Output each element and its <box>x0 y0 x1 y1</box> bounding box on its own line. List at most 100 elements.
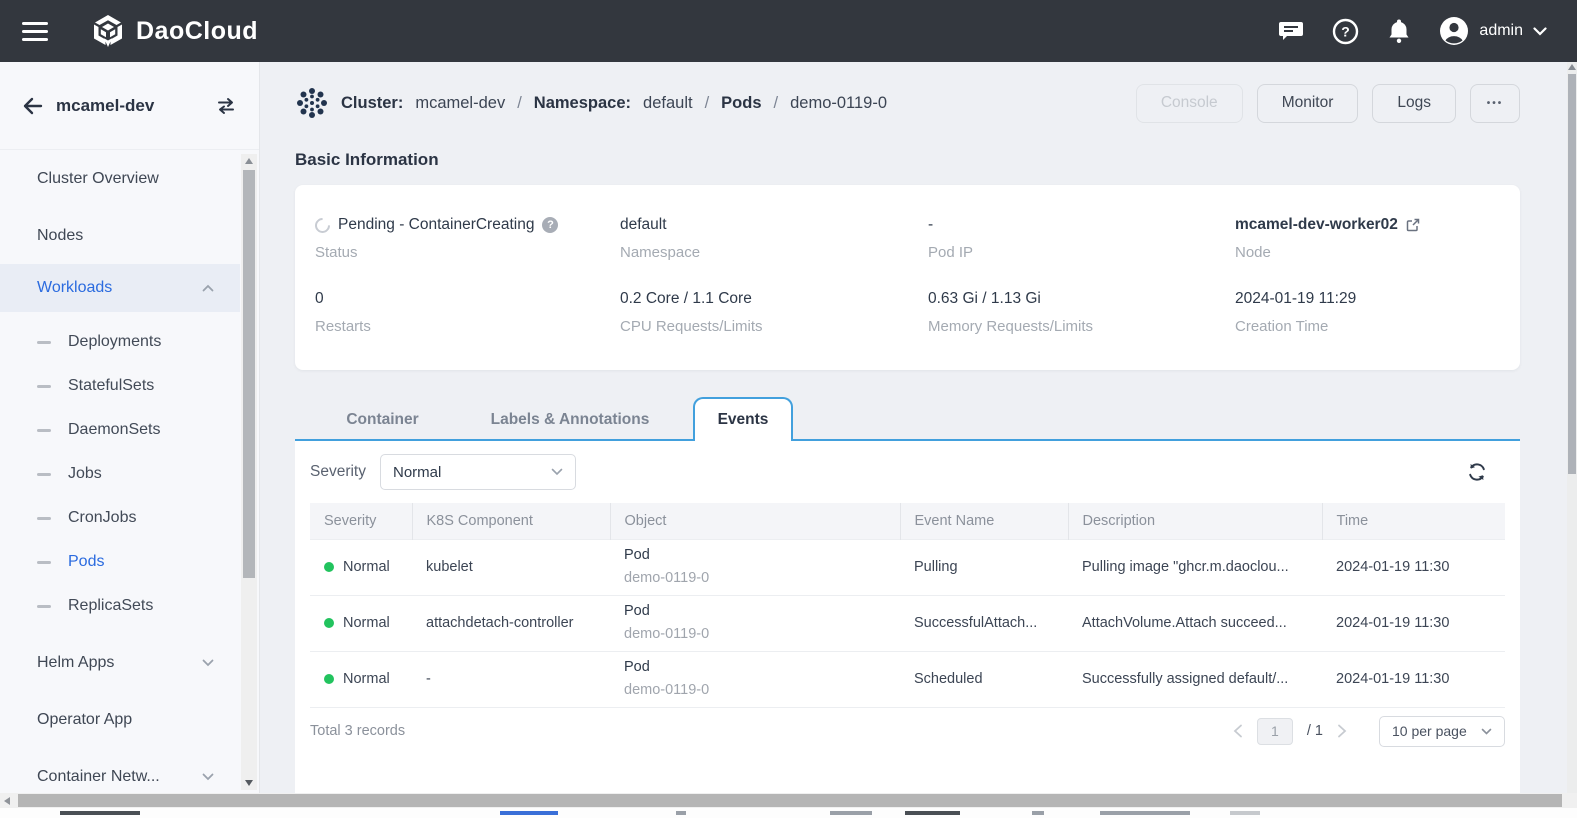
per-page-select[interactable]: 10 per page <box>1379 716 1505 747</box>
scroll-up-icon[interactable] <box>245 158 253 164</box>
field-status: Pending - ContainerCreating ? Status <box>315 215 620 261</box>
sidebar-item-replicasets[interactable]: ReplicaSets <box>0 584 240 628</box>
severity-normal-dot <box>324 618 334 628</box>
sidebar-item-helm-apps[interactable]: Helm Apps <box>0 634 240 691</box>
object-name: demo-0119-0 <box>624 679 886 702</box>
pod-icon <box>295 86 329 120</box>
monitor-button[interactable]: Monitor <box>1257 84 1359 123</box>
avatar-icon <box>1439 16 1469 46</box>
tab-events[interactable]: Events <box>693 397 793 441</box>
field-memory: 0.63 Gi / 1.13 Gi Memory Requests/Limits <box>928 289 1235 335</box>
message-icon[interactable] <box>1277 17 1305 45</box>
severity-filter-label: Severity <box>310 463 366 481</box>
sidebar-item-label: Workloads <box>37 279 112 297</box>
page-input[interactable] <box>1257 718 1293 745</box>
field-pod-ip: - Pod IP <box>928 215 1235 261</box>
sidebar-item-cronjobs[interactable]: CronJobs <box>0 496 240 540</box>
sidebar-item-label: Operator App <box>37 711 132 729</box>
svg-text:?: ? <box>1341 23 1350 39</box>
scroll-down-icon[interactable] <box>245 780 253 786</box>
col-time: Time <box>1322 503 1505 539</box>
brand-logo[interactable]: DaoCloud <box>90 13 258 49</box>
back-arrow-icon[interactable] <box>22 96 44 116</box>
severity-value: Normal <box>343 671 390 687</box>
field-label: Node <box>1235 244 1520 261</box>
breadcrumb-namespace-label: Namespace: <box>534 94 631 113</box>
page-header: Cluster: mcamel-dev / Namespace: default… <box>295 75 1520 131</box>
field-node: mcamel-dev-worker02 Node <box>1235 215 1520 261</box>
sidebar-item-operator-app[interactable]: Operator App <box>0 691 240 748</box>
sidebar-item-cluster-overview[interactable]: Cluster Overview <box>0 150 240 207</box>
severity-select[interactable]: Normal <box>380 454 576 490</box>
scroll-up-icon[interactable] <box>1568 64 1576 70</box>
breadcrumb-pods[interactable]: Pods <box>721 94 761 113</box>
dash-icon <box>37 517 51 520</box>
pagination: / 1 10 per page <box>1233 716 1505 747</box>
sidebar-item-pods[interactable]: Pods <box>0 540 240 584</box>
scroll-left-icon[interactable] <box>4 797 10 805</box>
event-name-value: Scheduled <box>900 651 1068 707</box>
sidebar-item-label: DaemonSets <box>68 421 161 439</box>
user-menu[interactable]: admin <box>1439 16 1547 46</box>
breadcrumb-namespace-value[interactable]: default <box>643 94 693 113</box>
dash-icon <box>37 473 51 476</box>
event-name-value: Pulling <box>900 539 1068 595</box>
workloads-submenu: Deployments StatefulSets DaemonSets Jobs… <box>0 320 240 628</box>
cluster-name: mcamel-dev <box>56 96 215 116</box>
sidebar-item-label: Deployments <box>68 333 161 351</box>
refresh-icon[interactable] <box>1466 461 1488 483</box>
breadcrumb-cluster-value[interactable]: mcamel-dev <box>415 94 505 113</box>
table-row[interactable]: Normal kubelet Poddemo-0119-0 Pulling Pu… <box>310 539 1505 595</box>
severity-selected-value: Normal <box>393 464 441 481</box>
field-namespace: default Namespace <box>620 215 928 261</box>
component-value: - <box>412 651 610 707</box>
sidebar-item-label: StatefulSets <box>68 377 154 395</box>
horizontal-scrollbar[interactable] <box>0 793 1577 808</box>
field-label: Creation Time <box>1235 318 1520 335</box>
field-cpu: 0.2 Core / 1.1 Core CPU Requests/Limits <box>620 289 928 335</box>
switch-cluster-icon[interactable] <box>215 96 237 116</box>
description-value: Pulling image "ghcr.m.daoclou... <box>1068 539 1322 595</box>
vertical-scrollbar[interactable] <box>1567 62 1577 793</box>
node-value[interactable]: mcamel-dev-worker02 <box>1235 216 1398 234</box>
more-actions-button[interactable]: ••• <box>1470 84 1520 123</box>
next-page-icon[interactable] <box>1337 724 1347 738</box>
sidebar-item-statefulsets[interactable]: StatefulSets <box>0 364 240 408</box>
sidebar-item-workloads[interactable]: Workloads <box>0 264 240 312</box>
scrollbar-thumb[interactable] <box>18 794 1562 807</box>
logs-button[interactable]: Logs <box>1372 84 1456 123</box>
sidebar-item-deployments[interactable]: Deployments <box>0 320 240 364</box>
table-row[interactable]: Normal attachdetach-controller Poddemo-0… <box>310 595 1505 651</box>
pending-spinner-icon <box>312 214 333 235</box>
status-help-icon[interactable]: ? <box>542 217 558 233</box>
scrollbar-thumb[interactable] <box>243 170 255 578</box>
dash-icon <box>37 561 51 564</box>
event-name-value: SuccessfulAttach... <box>900 595 1068 651</box>
sidebar: mcamel-dev Cluster Overview Nodes Worklo… <box>0 62 260 818</box>
field-restarts: 0 Restarts <box>315 289 620 335</box>
help-icon[interactable]: ? <box>1331 17 1359 45</box>
bell-icon[interactable] <box>1385 17 1413 45</box>
hamburger-menu-icon[interactable] <box>22 17 48 46</box>
status-value: Pending - ContainerCreating <box>338 216 534 234</box>
field-label: Pod IP <box>928 244 1235 261</box>
prev-page-icon[interactable] <box>1233 724 1243 738</box>
console-button[interactable]: Console <box>1136 84 1243 123</box>
description-value: Successfully assigned default/... <box>1068 651 1322 707</box>
tab-container[interactable]: Container <box>295 399 470 441</box>
sidebar-scrollbar[interactable] <box>241 154 257 790</box>
sidebar-item-daemonsets[interactable]: DaemonSets <box>0 408 240 452</box>
cpu-value: 0.2 Core / 1.1 Core <box>620 289 928 309</box>
creation-time-value: 2024-01-19 11:29 <box>1235 289 1520 309</box>
events-panel: Severity Normal Severi <box>295 441 1520 818</box>
pod-ip-value: - <box>928 215 1235 235</box>
sidebar-item-label: ReplicaSets <box>68 597 153 615</box>
sidebar-item-jobs[interactable]: Jobs <box>0 452 240 496</box>
sidebar-item-nodes[interactable]: Nodes <box>0 207 240 264</box>
table-row[interactable]: Normal - Poddemo-0119-0 Scheduled Succes… <box>310 651 1505 707</box>
tab-labels-annotations[interactable]: Labels & Annotations <box>470 399 670 441</box>
chevron-down-icon <box>551 468 563 476</box>
scrollbar-thumb[interactable] <box>1568 74 1576 474</box>
external-link-icon[interactable] <box>1406 218 1420 232</box>
sidebar-item-label: Container Netw... <box>37 768 160 786</box>
